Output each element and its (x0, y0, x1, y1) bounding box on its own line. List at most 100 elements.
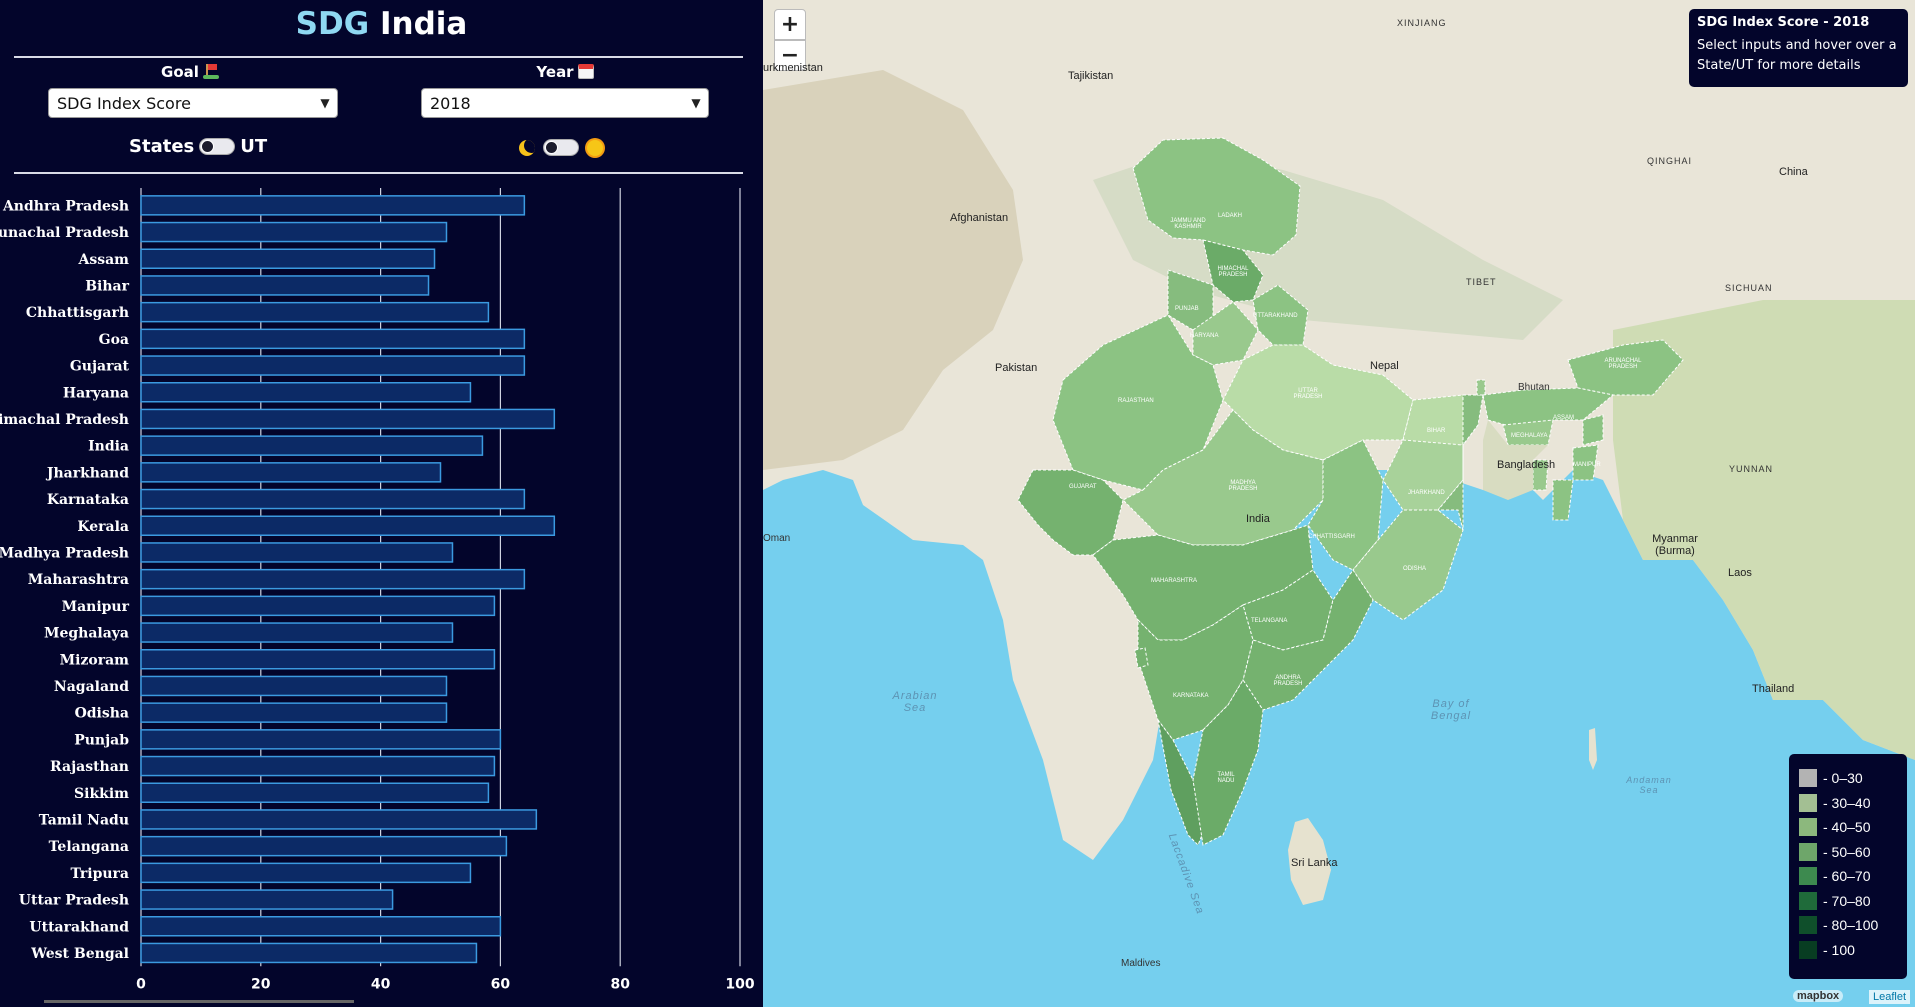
legend-item: - 70–80 (1799, 889, 1907, 914)
legend-item: - 40–50 (1799, 815, 1907, 840)
theme-toggle[interactable] (543, 139, 579, 156)
map-label-tibet: TIBET (1466, 277, 1497, 287)
legend-label: - 50–60 (1823, 843, 1871, 860)
bar[interactable] (140, 301, 490, 323)
category-label: Tamil Nadu (39, 812, 129, 828)
state-label-ap: ANDHRA PRADESH (1273, 675, 1303, 687)
category-label: Himachal Pradesh (0, 412, 129, 428)
horizontal-scrollbar[interactable] (44, 1000, 354, 1003)
state-label-uk: UTTARAKHAND (1253, 313, 1298, 319)
legend-swatch (1799, 842, 1817, 861)
control-panel: SDG India Goal SDG Index Score ▼ Year 20… (0, 0, 763, 1007)
bar[interactable] (140, 862, 472, 884)
bar[interactable] (140, 622, 454, 643)
zoom-in-button[interactable]: + (774, 9, 806, 40)
category-label: Tripura (70, 866, 129, 882)
map-label-afghanistan: Afghanistan (950, 212, 1009, 224)
bar[interactable] (140, 248, 436, 269)
bar[interactable] (140, 275, 430, 296)
bar[interactable] (140, 488, 526, 510)
map-label-turkmenistan: urkmenistan (763, 62, 823, 74)
state-label-hp: HIMACHAL PRADESH (1217, 266, 1249, 278)
bar[interactable] (140, 595, 496, 617)
map-label-myanmar: Myanmar (Burma) (1652, 533, 1698, 557)
bar[interactable] (140, 435, 484, 456)
state-mizoram[interactable] (1552, 479, 1574, 521)
states-ut-toggle[interactable] (199, 138, 236, 155)
bar[interactable] (140, 221, 448, 243)
state-label-chh: CHHATTISGARH (1308, 534, 1355, 540)
bar[interactable] (140, 702, 448, 723)
map-label-oman: Oman (763, 533, 791, 544)
bar[interactable] (140, 542, 454, 563)
map-label-sichuan: SICHUAN (1725, 283, 1773, 293)
divider-top (14, 56, 743, 58)
bar[interactable] (140, 755, 496, 777)
category-label: Haryana (63, 385, 129, 401)
state-label-tg: TELANGANA (1251, 618, 1288, 624)
bar[interactable] (140, 568, 526, 590)
state-label-bihar: BIHAR (1427, 428, 1446, 434)
page-title: SDG India (0, 6, 763, 42)
category-label: Uttarakhand (29, 919, 129, 935)
bar[interactable] (140, 649, 496, 670)
bar[interactable] (140, 328, 526, 350)
map-label-bhutan: Bhutan (1518, 382, 1550, 393)
bar[interactable] (140, 515, 556, 536)
goal-select[interactable]: SDG Index Score (48, 88, 338, 118)
state-label-gujarat: GUJARAT (1069, 484, 1097, 490)
state-label-mh: MAHARASHTRA (1151, 578, 1198, 584)
bar[interactable] (140, 942, 478, 964)
leaflet-attribution-link[interactable]: Leaflet (1869, 990, 1911, 1004)
state-nagaland[interactable] (1582, 414, 1604, 446)
category-label: Nagaland (54, 679, 129, 695)
legend-item: - 30–40 (1799, 791, 1907, 816)
x-tick-label: 100 (725, 976, 754, 992)
bar[interactable] (140, 782, 490, 803)
bar[interactable] (140, 195, 526, 216)
map-view[interactable]: + − Tajikistan urkmenistan Afghanistan P… (763, 0, 1915, 1007)
bar[interactable] (140, 408, 556, 430)
sea-label-arabian: Arabian Sea (892, 690, 938, 714)
category-label: Telangana (49, 839, 129, 855)
bar[interactable] (140, 889, 394, 910)
map-label-tajikistan: Tajikistan (1068, 70, 1114, 82)
state-sikkim[interactable] (1476, 379, 1486, 396)
ut-label: UT (240, 136, 268, 157)
mapbox-logo[interactable]: mapbox (1793, 990, 1844, 1002)
bar[interactable] (140, 675, 448, 697)
x-tick-label: 80 (610, 976, 630, 992)
x-tick-label: 40 (371, 976, 391, 992)
map-label-maldives: Maldives (1121, 958, 1161, 969)
app-root: SDG India Goal SDG Index Score ▼ Year 20… (0, 0, 1915, 1007)
map-label-laos: Laos (1728, 567, 1752, 579)
legend-swatch (1799, 916, 1817, 935)
category-label: Chhattisgarh (26, 305, 129, 321)
legend-label: - 0–30 (1823, 770, 1863, 787)
bar[interactable] (140, 355, 526, 376)
category-label: Andhra Pradesh (2, 198, 129, 214)
state-label-jk: JAMMU AND KASHMIR (1170, 218, 1206, 230)
bar[interactable] (140, 462, 442, 483)
legend-swatch (1799, 867, 1817, 886)
bar[interactable] (140, 729, 502, 750)
bar[interactable] (140, 382, 472, 403)
states-ut-toggle-row: States UT (129, 136, 267, 157)
bar[interactable] (140, 835, 508, 857)
title-accent: SDG (295, 6, 370, 42)
year-select[interactable]: 2018 (421, 88, 709, 118)
legend-label: - 70–80 (1823, 892, 1871, 909)
bar[interactable] (140, 809, 538, 830)
legend-swatch (1799, 769, 1817, 788)
x-tick-label: 0 (136, 976, 146, 992)
legend-swatch (1799, 793, 1817, 812)
legend-swatch (1799, 818, 1817, 837)
divider-bottom (14, 172, 743, 174)
bar[interactable] (140, 916, 502, 937)
golf-flag-icon (202, 63, 219, 79)
category-label: Rajasthan (50, 759, 129, 775)
chart-tick-labels: 0 20 40 60 80 100 (136, 976, 755, 992)
state-label-haryana: HARYANA (1190, 333, 1219, 339)
map-label-nepal: Nepal (1370, 360, 1399, 372)
map-canvas[interactable] (763, 0, 1915, 1007)
